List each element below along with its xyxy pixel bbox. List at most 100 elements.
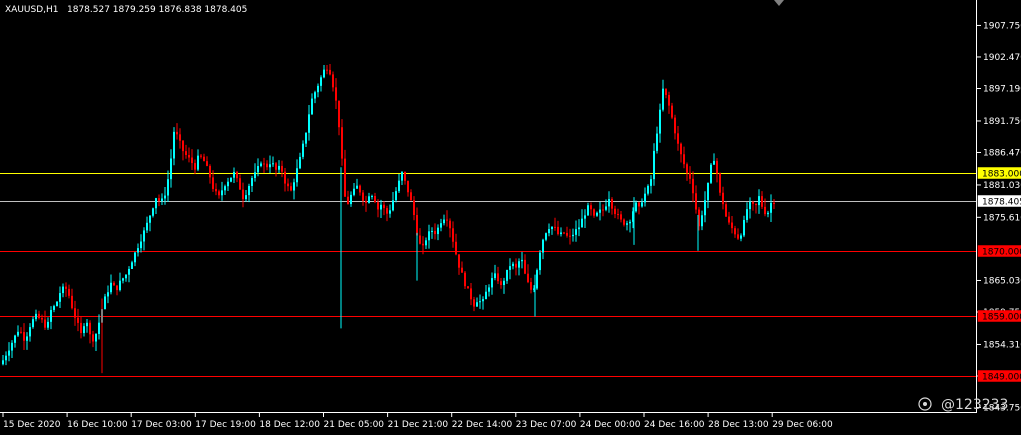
candle-body-bear	[284, 171, 286, 184]
candle-body-bear	[614, 208, 616, 215]
candle-body-bull	[476, 302, 478, 307]
candle-body-bull	[518, 261, 520, 268]
candle-body-bear	[218, 191, 220, 196]
candle-body-bull	[8, 350, 10, 356]
candle-body-bull	[122, 278, 124, 281]
candle-body-bear	[773, 202, 775, 204]
candle-body-bull	[5, 355, 7, 361]
candle-body-bull	[428, 231, 430, 241]
candle-body-bull	[488, 287, 490, 292]
candle-body-bear	[554, 226, 556, 228]
candle-body-bull	[599, 209, 601, 213]
candle-body-bear	[422, 243, 424, 246]
candle-body-bull	[560, 232, 562, 235]
price-tick-label: 1886.470	[983, 148, 1021, 158]
candle-body-bear	[176, 131, 178, 135]
candle-body-bull	[368, 196, 370, 203]
candle-body-bull	[164, 195, 166, 199]
candle-body-bull	[26, 336, 28, 341]
candle-body-bear	[725, 204, 727, 217]
candle-body-bull	[542, 239, 544, 253]
candle-body-bear	[326, 69, 328, 71]
candle-body-bear	[683, 154, 685, 165]
candle-body-bear	[620, 214, 622, 220]
candle-body-bear	[623, 219, 625, 225]
time-tick-label: 23 Dec 07:00	[516, 420, 577, 430]
candle-body-bull	[545, 233, 547, 240]
time-tick-label: 18 Dec 12:00	[259, 420, 320, 430]
candle-body-bear	[383, 204, 385, 209]
candle-body-bull	[107, 292, 109, 297]
candle-body-bull	[167, 179, 169, 196]
candle-body-bear	[671, 105, 673, 118]
candle-body-bear	[236, 171, 238, 179]
candle-body-bear	[416, 215, 418, 236]
candle-body-bear	[41, 318, 43, 320]
candle-body-bull	[128, 268, 130, 275]
candle-body-bull	[503, 280, 505, 286]
candle-body-bear	[677, 133, 679, 144]
candle-body-bear	[419, 235, 421, 244]
candle-body-bull	[581, 218, 583, 228]
price-chart[interactable]: 1907.750 1902.470 1897.190 1891.750 1886.470…	[0, 0, 1021, 435]
candle-body-bear	[203, 156, 205, 162]
candle-body-bull	[479, 301, 481, 303]
candle-body-bear	[92, 334, 94, 342]
candle-body-bull	[548, 229, 550, 234]
candle-body-bull	[482, 299, 484, 302]
candle-body-bull	[140, 241, 142, 249]
ohlc-values: 1878.527 1879.259 1876.838 1878.405	[67, 5, 247, 15]
candle-body-bear	[674, 117, 676, 134]
candle-body-bear	[377, 202, 379, 210]
candle-body-bull	[47, 321, 49, 328]
candle-body-bull	[575, 229, 577, 235]
price-tick-label: 1902.470	[983, 53, 1021, 63]
candle-body-bull	[395, 191, 397, 201]
candle-body-bear	[434, 230, 436, 235]
candle-body-bull	[32, 319, 34, 328]
time-tick-label: 15 Dec 2020	[3, 420, 61, 430]
time-tick-label: 22 Dec 14:00	[452, 420, 513, 430]
candle-body-bull	[170, 158, 172, 180]
candle-body-bear	[281, 165, 283, 172]
candle-body-bear	[20, 331, 22, 333]
candle-body-bear	[113, 282, 115, 286]
candle-body-bull	[317, 85, 319, 93]
candle-body-bull	[587, 205, 589, 216]
candle-body-bull	[245, 195, 247, 200]
candle-body-bear	[686, 164, 688, 173]
candle-body-bear	[191, 157, 193, 164]
candle-body-bear	[752, 201, 754, 204]
candle-body-bull	[596, 212, 598, 216]
level-price-tag: 1859.000	[977, 310, 1021, 323]
candle-body-bear	[530, 282, 532, 290]
candle-body-bear	[602, 209, 604, 211]
candle-body-bull	[53, 306, 55, 310]
watermark-text: @123233	[941, 397, 1008, 413]
candle-body-bull	[536, 270, 538, 289]
level-price-label: 1849.000	[982, 373, 1021, 383]
candle-body-bear	[557, 226, 559, 235]
candle-body-bull	[56, 301, 58, 307]
candle-body-bull	[350, 194, 352, 205]
candle-body-bull	[299, 156, 301, 169]
candle-body-bear	[386, 208, 388, 214]
candle-body-bull	[707, 182, 709, 201]
candle-body-bear	[461, 267, 463, 273]
candle-body-bull	[389, 210, 391, 214]
candle-body-bull	[713, 160, 715, 165]
candle-body-bear	[719, 173, 721, 193]
candle-body-bear	[329, 69, 331, 75]
candle-body-bear	[242, 189, 244, 200]
candle-body-bear	[593, 209, 595, 216]
candle-body-bear	[347, 196, 349, 205]
candle-body-bull	[659, 109, 661, 134]
candle-body-bear	[761, 196, 763, 207]
candle-body-bull	[308, 114, 310, 133]
candle-body-bear	[527, 273, 529, 283]
candle-body-bear	[275, 163, 277, 170]
candle-body-bear	[74, 308, 76, 318]
candle-body-bull	[2, 360, 4, 365]
candle-body-bull	[17, 331, 19, 336]
candle-body-bear	[449, 220, 451, 229]
